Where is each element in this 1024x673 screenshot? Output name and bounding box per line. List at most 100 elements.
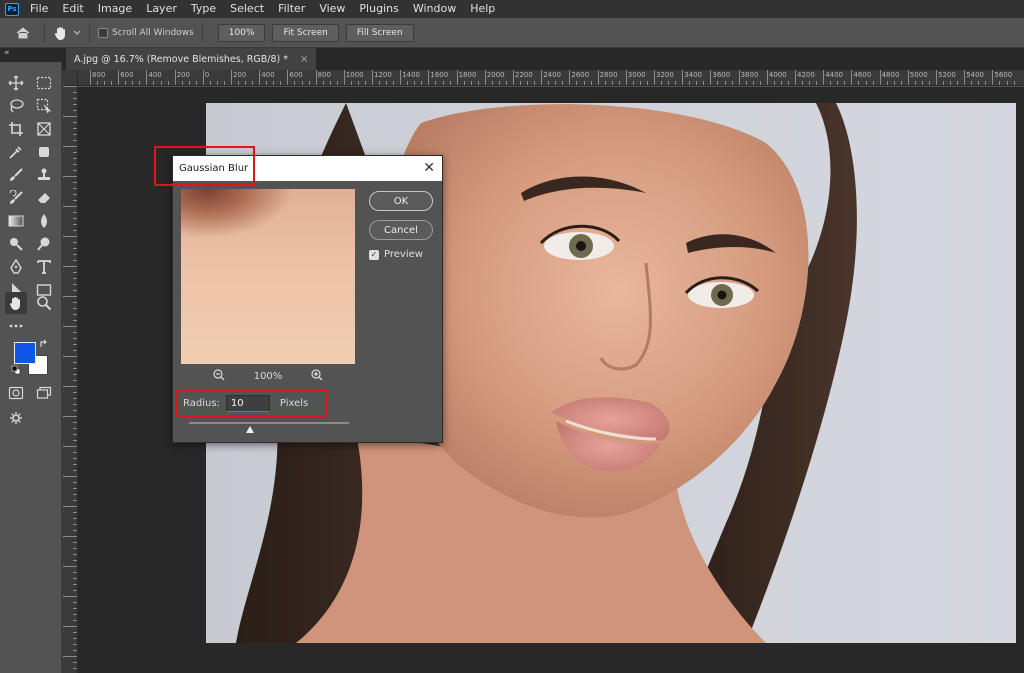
ruler-tick xyxy=(73,188,77,189)
menu-help[interactable]: Help xyxy=(463,0,502,18)
menu-window[interactable]: Window xyxy=(406,0,463,18)
ruler-tick xyxy=(717,81,719,85)
ruler-label: 1400 xyxy=(402,71,421,79)
eraser-tool-icon[interactable] xyxy=(33,187,55,209)
menu-image[interactable]: Image xyxy=(91,0,139,18)
fill-screen-button[interactable]: Fill Screen xyxy=(345,23,414,42)
eyedropper-tool-icon[interactable] xyxy=(5,141,27,163)
preview-checkbox[interactable]: ✓ xyxy=(369,249,379,260)
ruler-tick xyxy=(73,380,77,381)
zoom-out-icon[interactable] xyxy=(213,369,225,384)
gradient-tool-icon[interactable] xyxy=(5,210,27,232)
sponge-tool-icon[interactable] xyxy=(33,233,55,255)
frame-tool-icon[interactable] xyxy=(33,118,55,140)
ruler-tick xyxy=(886,81,888,85)
filter-preview[interactable] xyxy=(181,189,355,364)
quick-mask-icon[interactable] xyxy=(5,382,27,404)
menu-select[interactable]: Select xyxy=(223,0,271,18)
menu-layer[interactable]: Layer xyxy=(139,0,184,18)
radius-slider-thumb[interactable] xyxy=(246,426,254,433)
ruler-tick xyxy=(1006,81,1008,85)
foreground-color-swatch[interactable] xyxy=(14,342,36,364)
scroll-all-windows-label: Scroll All Windows xyxy=(112,27,194,38)
ruler-tick xyxy=(63,116,77,117)
ruler-tick xyxy=(73,344,77,345)
hand-tool-icon[interactable] xyxy=(5,292,27,314)
ruler-tick xyxy=(449,81,451,85)
radius-slider-track[interactable] xyxy=(189,422,349,424)
ruler-tick xyxy=(724,81,726,85)
menu-filter[interactable]: Filter xyxy=(271,0,312,18)
collapse-panel-icon[interactable]: « xyxy=(4,48,10,58)
fit-screen-button[interactable]: Fit Screen xyxy=(272,23,339,42)
ruler-tick xyxy=(534,81,536,85)
ruler-tick xyxy=(73,308,77,309)
stamp-tool-icon[interactable] xyxy=(33,164,55,186)
blur-tool-icon[interactable] xyxy=(33,210,55,232)
ruler-tick xyxy=(301,81,303,85)
home-icon[interactable] xyxy=(10,22,36,44)
ruler-tick xyxy=(73,548,77,549)
history-brush-tool-icon[interactable] xyxy=(5,187,27,209)
menu-type[interactable]: Type xyxy=(184,0,223,18)
ruler-tick xyxy=(442,81,444,85)
ruler-tick xyxy=(73,320,77,321)
ruler-tick xyxy=(73,590,77,591)
type-tool-icon[interactable] xyxy=(33,256,55,278)
menu-edit[interactable]: Edit xyxy=(55,0,90,18)
ruler-tick xyxy=(73,452,77,453)
preview-toggle[interactable]: ✓ Preview xyxy=(369,249,423,260)
ruler-tick xyxy=(273,81,275,85)
menu-plugins[interactable]: Plugins xyxy=(352,0,405,18)
ruler-tick xyxy=(73,608,77,609)
ruler-origin[interactable] xyxy=(62,70,78,86)
ruler-tick xyxy=(73,422,77,423)
options-bar: Scroll All Windows 100% Fit Screen Fill … xyxy=(0,18,1024,48)
ruler-label: 800 xyxy=(317,71,331,79)
ruler-tick xyxy=(73,560,77,561)
ruler-tick xyxy=(569,70,571,85)
close-tab-icon[interactable]: × xyxy=(300,54,308,65)
tool-preset-picker[interactable] xyxy=(53,25,81,41)
default-colors-icon[interactable] xyxy=(10,364,22,376)
ruler-tick xyxy=(73,248,77,249)
ruler-tick xyxy=(872,81,874,85)
crop-tool-icon[interactable] xyxy=(5,118,27,140)
more-tools-icon[interactable] xyxy=(5,315,27,337)
zoom-in-icon[interactable] xyxy=(311,369,323,384)
ruler-tick xyxy=(738,70,740,85)
edit-toolbar-icon[interactable] xyxy=(5,407,27,429)
ruler-tick xyxy=(73,194,77,195)
3d-material-tool-icon[interactable] xyxy=(33,141,55,163)
screen-mode-icon[interactable] xyxy=(33,382,55,404)
ruler-tick xyxy=(280,81,282,85)
ruler-tick xyxy=(364,81,366,85)
ruler-label: 3000 xyxy=(627,71,646,79)
ruler-label: 200 xyxy=(233,71,247,79)
brush-tool-icon[interactable] xyxy=(5,164,27,186)
dodge-tool-icon[interactable] xyxy=(5,233,27,255)
lasso-tool-icon[interactable] xyxy=(5,95,27,117)
ruler-tick xyxy=(73,368,77,369)
ok-button[interactable]: OK xyxy=(369,191,433,211)
ruler-tick xyxy=(73,164,77,165)
ruler-tick xyxy=(985,81,987,85)
move-tool-icon[interactable] xyxy=(5,72,27,94)
ruler-tick xyxy=(576,81,578,85)
object-select-tool-icon[interactable] xyxy=(33,95,55,117)
scroll-all-windows-checkbox[interactable] xyxy=(98,27,108,38)
marquee-tool-icon[interactable] xyxy=(33,72,55,94)
pen-tool-icon[interactable] xyxy=(5,256,27,278)
document-tab[interactable]: A.jpg @ 16.7% (Remove Blemishes, RGB/8) … xyxy=(66,48,317,70)
ruler-tick xyxy=(73,278,77,279)
ruler-tick xyxy=(73,404,77,405)
menu-file[interactable]: File xyxy=(23,0,55,18)
ruler-tick xyxy=(752,81,754,85)
zoom-tool-icon[interactable] xyxy=(33,292,55,314)
swap-colors-icon[interactable] xyxy=(38,338,50,350)
zoom-100-button[interactable]: 100% xyxy=(217,23,266,42)
close-icon[interactable]: ✕ xyxy=(423,160,435,176)
menu-view[interactable]: View xyxy=(312,0,352,18)
cancel-button[interactable]: Cancel xyxy=(369,220,433,240)
ruler-tick xyxy=(73,98,77,99)
